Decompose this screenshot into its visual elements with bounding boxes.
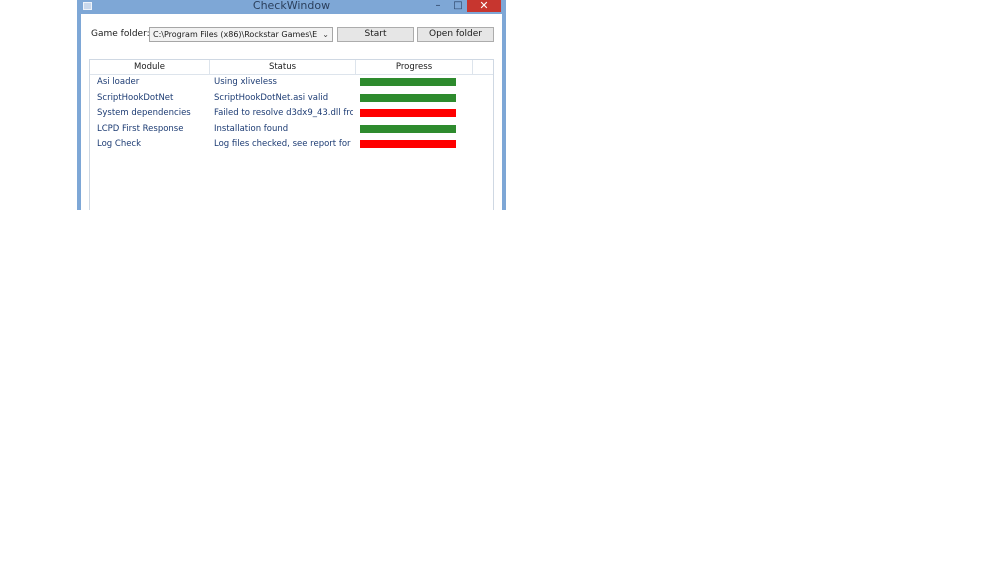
progress-bar (360, 78, 456, 86)
module-status-grid[interactable]: Module Status Progress Asi loader Using x… (89, 59, 494, 210)
game-folder-label: Game folder: (91, 29, 150, 39)
open-folder-button[interactable]: Open folder (417, 27, 494, 42)
close-button[interactable]: ✕ (467, 0, 501, 12)
table-row[interactable]: Log Check Log files checked, see report f… (90, 137, 493, 152)
minimize-button[interactable]: – (431, 0, 445, 12)
maximize-button[interactable]: □ (451, 0, 465, 12)
game-folder-value: C:\Program Files (x86)\Rockstar Games\EF… (153, 30, 317, 39)
progress-bar-fill (360, 124, 456, 133)
module-cell: Asi loader (97, 77, 140, 87)
check-window: CheckWindow – □ ✕ Game folder: C:\Progra… (77, 0, 506, 210)
table-row[interactable]: LCPD First Response Installation found (90, 122, 493, 137)
window-client-area: Game folder: C:\Program Files (x86)\Rock… (81, 14, 502, 210)
column-header-status[interactable]: Status (210, 60, 356, 74)
progress-bar-fill (360, 109, 456, 117)
progress-bar-fill (360, 140, 456, 148)
table-row[interactable]: System dependencies Failed to resolve d3d… (90, 106, 493, 121)
progress-bar (360, 124, 456, 133)
status-cell: Using xliveless (214, 77, 277, 87)
column-header-progress[interactable]: Progress (356, 60, 473, 74)
progress-bar-fill (360, 78, 456, 86)
table-row[interactable]: Asi loader Using xliveless (90, 75, 493, 90)
start-button[interactable]: Start (337, 27, 414, 42)
title-bar[interactable]: CheckWindow – □ ✕ (77, 0, 506, 14)
module-cell: LCPD First Response (97, 123, 184, 134)
status-cell: Installation found (214, 123, 289, 134)
module-cell: Log Check (97, 139, 142, 149)
column-header-filler (473, 60, 493, 74)
status-cell: Failed to resolve d3dx9_43.dll from (214, 108, 353, 118)
progress-bar (360, 109, 456, 117)
column-header-module[interactable]: Module (90, 60, 210, 74)
progress-bar-fill (360, 93, 456, 102)
module-cell: System dependencies (97, 108, 191, 118)
progress-bar (360, 93, 456, 102)
grid-header: Module Status Progress (90, 60, 493, 75)
game-folder-combobox[interactable]: C:\Program Files (x86)\Rockstar Games\EF… (149, 27, 333, 42)
module-cell: ScriptHookDotNet (97, 92, 174, 103)
progress-bar (360, 140, 456, 148)
status-cell: ScriptHookDotNet.asi valid (214, 92, 329, 103)
table-row[interactable]: ScriptHookDotNet ScriptHookDotNet.asi val… (90, 91, 493, 106)
status-cell: Log files checked, see report for mo (214, 139, 353, 149)
chevron-down-icon[interactable]: ⌄ (322, 28, 329, 41)
